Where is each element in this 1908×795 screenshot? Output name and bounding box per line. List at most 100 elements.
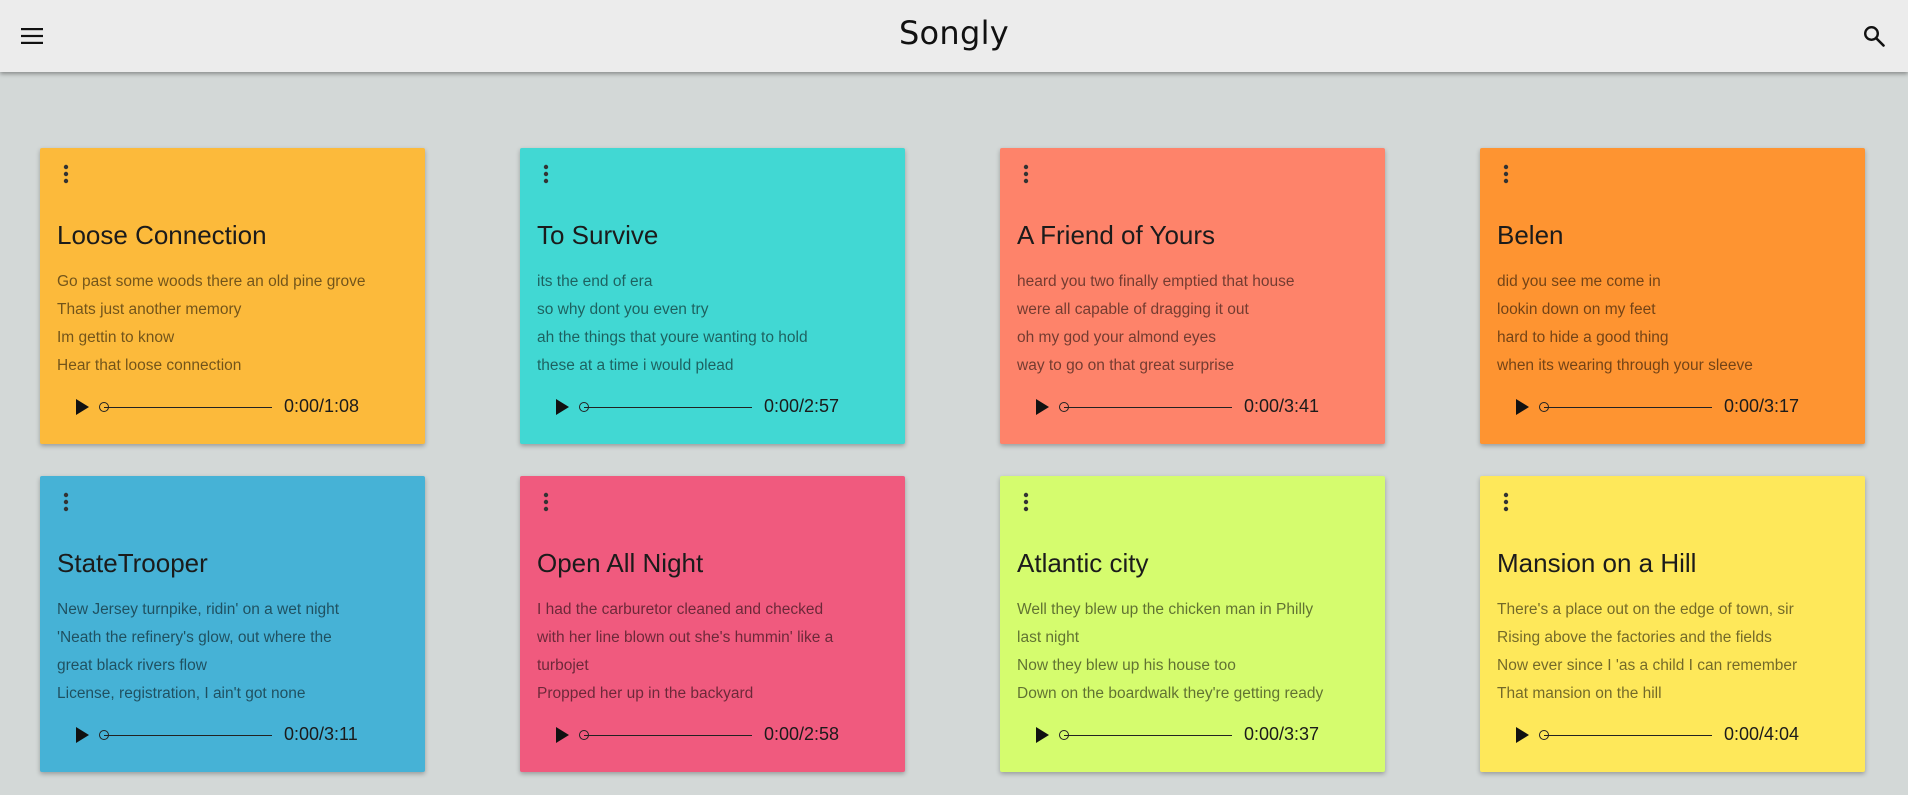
song-lyrics: There's a place out on the edge of town,… [1497, 596, 1857, 708]
lyric-line: Thats just another memory [57, 301, 242, 318]
lyric-line: 'Neath the refinery's glow, out where th… [57, 629, 332, 646]
play-button[interactable] [70, 395, 94, 419]
more-vert-icon [1503, 492, 1509, 512]
lyric-line: great black rivers flow [57, 657, 207, 674]
seek-handle[interactable] [1059, 730, 1069, 740]
lyric-line: way to go on that great surprise [1017, 357, 1235, 374]
play-icon [1036, 399, 1049, 415]
song-title: Belen [1497, 220, 1564, 250]
play-icon [1516, 727, 1529, 743]
app-title: Songly [898, 14, 1010, 52]
play-icon [556, 399, 569, 415]
song-lyrics: its the end of era so why dont you even t… [537, 268, 897, 380]
more-vert-icon [1023, 492, 1029, 512]
play-button[interactable] [550, 395, 574, 419]
play-button[interactable] [1030, 723, 1054, 747]
lyric-line: Down on the boardwalk they're getting re… [1017, 685, 1324, 702]
seek-bar[interactable] [1539, 730, 1712, 740]
song-card-1: Loose Connection Go past some woods ther… [40, 148, 425, 444]
playback-time: 0:00/3:17 [1724, 396, 1800, 416]
play-icon [1516, 399, 1529, 415]
song-card-2: To Survive its the end of era so why dont… [520, 148, 905, 444]
card-menu-button[interactable] [1496, 490, 1516, 514]
more-vert-icon [543, 492, 549, 512]
lyric-line: Now they blew up his house too [1017, 657, 1236, 674]
seek-bar[interactable] [99, 402, 272, 412]
song-grid: Loose Connection Go past some woods ther… [0, 0, 1908, 795]
seek-handle[interactable] [1059, 402, 1069, 412]
seek-bar[interactable] [1059, 402, 1232, 412]
lyric-line: when its wearing through your sleeve [1497, 357, 1753, 374]
song-card-6: Open All Night I had the carburetor clea… [520, 476, 905, 772]
play-button[interactable] [1030, 395, 1054, 419]
play-button[interactable] [1510, 723, 1534, 747]
audio-player: 0:00/3:37 [1030, 721, 1370, 749]
song-card-5: StateTrooper New Jersey turnpike, ridin'… [40, 476, 425, 772]
lyric-line: with her line blown out she's hummin' li… [537, 629, 834, 646]
song-title: Atlantic city [1017, 548, 1149, 578]
playback-time: 0:00/2:58 [764, 724, 840, 744]
card-menu-button[interactable] [536, 162, 556, 186]
song-lyrics: I had the carburetor cleaned and checked… [537, 596, 897, 708]
seek-bar[interactable] [579, 402, 752, 412]
song-card-4: Belen did you see me come in lookin down … [1480, 148, 1865, 444]
lyric-line: Propped her up in the backyard [537, 685, 754, 702]
lyric-line: turbojet [537, 657, 589, 674]
seek-handle[interactable] [1539, 402, 1549, 412]
play-button[interactable] [1510, 395, 1534, 419]
song-lyrics: did you see me come in lookin down on my … [1497, 268, 1857, 380]
lyric-line: were all capable of dragging it out [1017, 301, 1249, 318]
lyric-line: Hear that loose connection [57, 357, 242, 374]
song-card-3: A Friend of Yours heard you two finally … [1000, 148, 1385, 444]
seek-bar[interactable] [99, 730, 272, 740]
lyric-line: I had the carburetor cleaned and checked [537, 601, 824, 618]
lyric-line: Well they blew up the chicken man in Phi… [1017, 601, 1314, 618]
seek-handle[interactable] [579, 402, 589, 412]
card-menu-button[interactable] [56, 162, 76, 186]
lyric-line: hard to hide a good thing [1497, 329, 1669, 346]
card-menu-button[interactable] [1496, 162, 1516, 186]
playback-time: 0:00/2:57 [764, 396, 840, 416]
app-bar: Songly [0, 0, 1908, 72]
lyric-line: New Jersey turnpike, ridin' on a wet nig… [57, 601, 340, 618]
card-menu-button[interactable] [536, 490, 556, 514]
lyric-line: That mansion on the hill [1497, 685, 1662, 702]
song-title: To Survive [537, 220, 659, 250]
audio-player: 0:00/1:08 [70, 393, 410, 421]
song-lyrics: New Jersey turnpike, ridin' on a wet nig… [57, 596, 417, 708]
playback-time: 0:00/3:41 [1244, 396, 1320, 416]
lyric-line: these at a time i would plead [537, 357, 734, 374]
lyric-line: so why dont you even try [537, 301, 709, 318]
lyric-line: Now ever since I 'as a child I can remem… [1497, 657, 1798, 674]
lyric-line: Rising above the factories and the field… [1497, 629, 1772, 646]
seek-handle[interactable] [579, 730, 589, 740]
search-button[interactable] [1856, 20, 1892, 52]
seek-handle[interactable] [1539, 730, 1549, 740]
seek-bar[interactable] [579, 730, 752, 740]
lyric-line: License, registration, I ain't got none [57, 685, 306, 702]
lyric-line: lookin down on my feet [1497, 301, 1656, 318]
song-card-7: Atlantic city Well they blew up the chic… [1000, 476, 1385, 772]
play-button[interactable] [550, 723, 574, 747]
play-icon [556, 727, 569, 743]
playback-time: 0:00/3:37 [1244, 724, 1320, 744]
song-card-8: Mansion on a Hill There's a place out on… [1480, 476, 1865, 772]
play-button[interactable] [70, 723, 94, 747]
seek-handle[interactable] [99, 730, 109, 740]
card-menu-button[interactable] [1016, 490, 1036, 514]
audio-player: 0:00/3:17 [1510, 393, 1850, 421]
more-vert-icon [1023, 164, 1029, 184]
seek-bar[interactable] [1539, 402, 1712, 412]
seek-handle[interactable] [99, 402, 109, 412]
playback-time: 0:00/3:11 [284, 724, 358, 744]
lyric-line: Go past some woods there an old pine gro… [57, 273, 366, 290]
lyric-line: its the end of era [537, 273, 653, 290]
card-menu-button[interactable] [1016, 162, 1036, 186]
play-icon [1036, 727, 1049, 743]
song-lyrics: Go past some woods there an old pine gro… [57, 268, 417, 380]
card-menu-button[interactable] [56, 490, 76, 514]
song-title: Open All Night [537, 548, 704, 578]
more-vert-icon [63, 492, 69, 512]
seek-bar[interactable] [1059, 730, 1232, 740]
audio-player: 0:00/4:04 [1510, 721, 1850, 749]
